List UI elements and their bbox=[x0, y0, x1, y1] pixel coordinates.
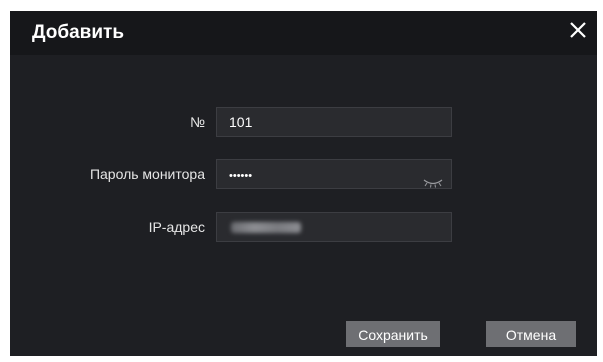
obscured-ip-value bbox=[231, 222, 301, 233]
password-row: Пароль монитора •••••• bbox=[10, 159, 597, 189]
ip-row: IP-адрес bbox=[10, 212, 597, 242]
add-dialog: Добавить № 101 Пароль монитора •••••• IP… bbox=[10, 11, 597, 356]
eye-closed-icon[interactable] bbox=[423, 169, 443, 188]
close-icon[interactable] bbox=[567, 19, 589, 41]
dialog-title: Добавить bbox=[32, 22, 125, 43]
number-label: № bbox=[189, 114, 205, 130]
ip-label: IP-адрес bbox=[148, 219, 205, 235]
number-field[interactable]: 101 bbox=[216, 107, 452, 137]
password-label: Пароль монитора bbox=[89, 166, 205, 182]
save-button[interactable]: Сохранить bbox=[346, 321, 440, 347]
dialog-header: Добавить bbox=[10, 11, 597, 55]
password-field[interactable]: •••••• bbox=[216, 159, 452, 189]
cancel-button[interactable]: Отмена bbox=[486, 321, 576, 347]
number-row: № 101 bbox=[10, 107, 597, 137]
ip-field[interactable] bbox=[216, 212, 452, 242]
password-value: •••••• bbox=[229, 170, 253, 182]
